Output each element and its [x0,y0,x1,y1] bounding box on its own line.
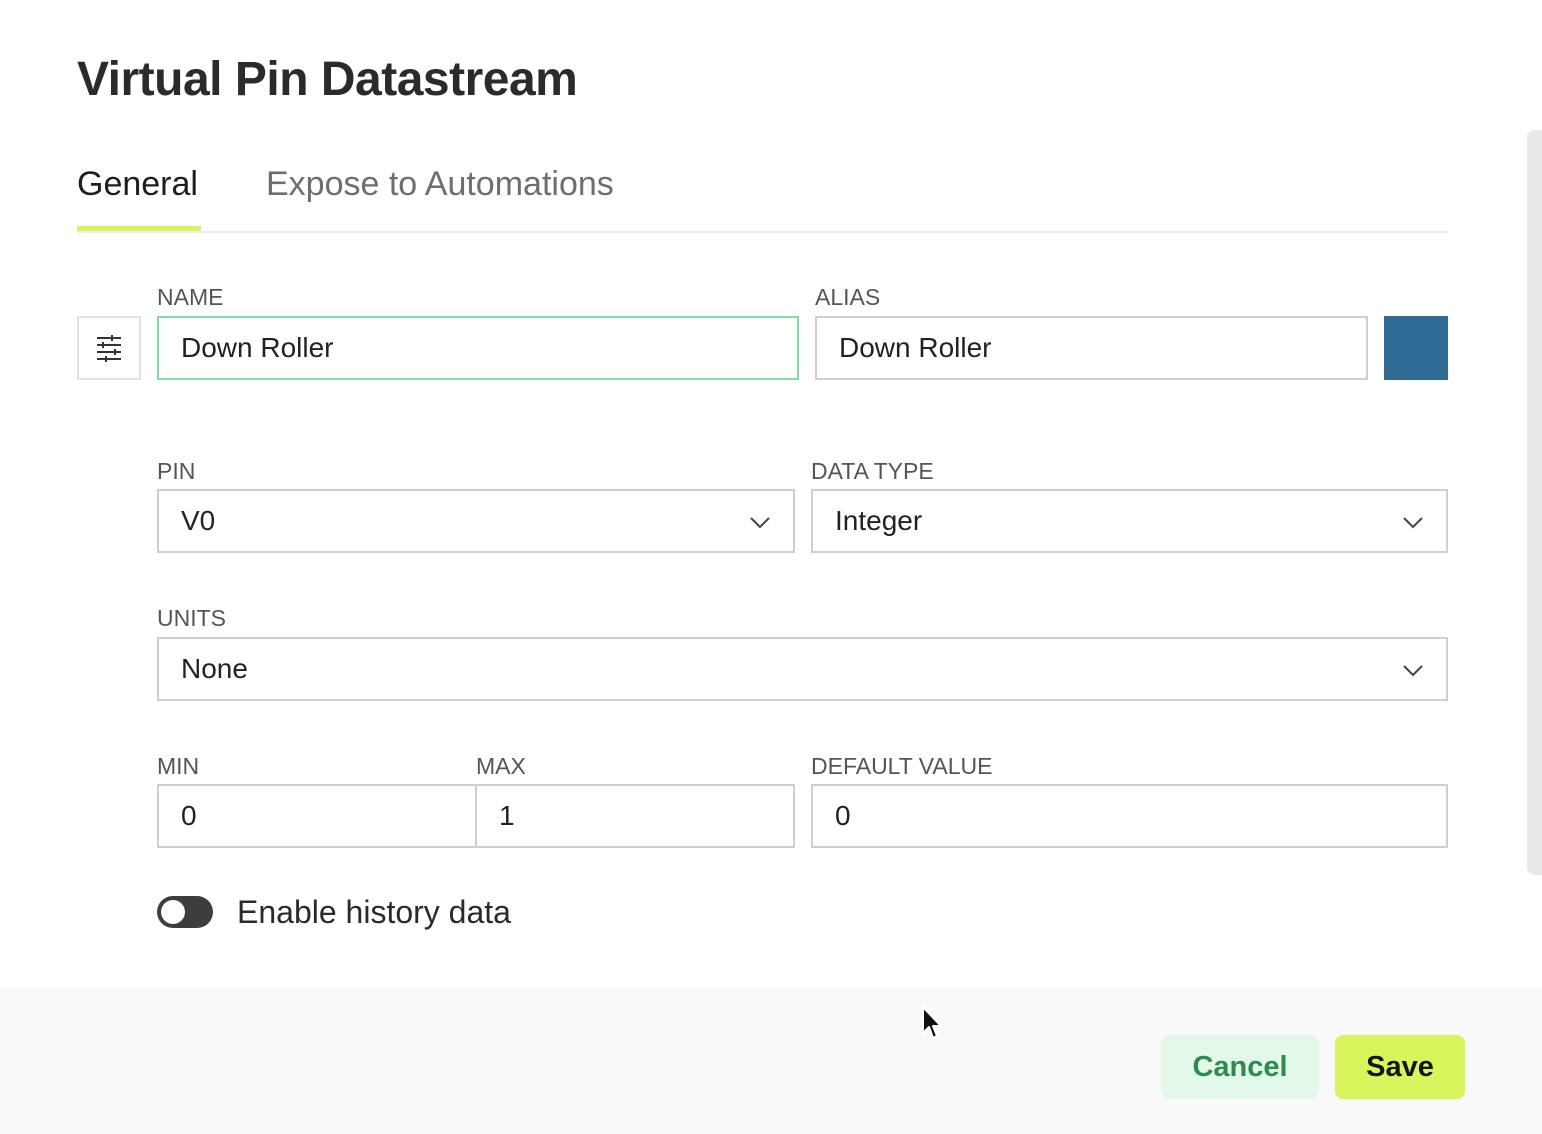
units-select-value: None [181,653,248,684]
datastream-settings-button[interactable] [77,316,141,380]
min-input[interactable]: 0 [157,784,477,848]
active-tab-indicator [77,226,201,231]
chevron-down-icon [750,517,770,529]
name-input[interactable]: Down Roller [157,316,799,380]
max-label: MAX [476,753,526,779]
data-type-select[interactable]: Integer [811,489,1448,553]
dialog-title: Virtual Pin Datastream [77,53,578,106]
units-select[interactable]: None [157,637,1448,701]
pin-label: PIN [157,458,196,484]
default-value-label: DEFAULT VALUE [811,753,993,779]
units-label: UNITS [157,605,226,631]
max-input[interactable]: 1 [475,784,795,848]
default-value-input[interactable]: 0 [811,784,1448,848]
pin-select[interactable]: V0 [157,489,795,553]
history-data-toggle[interactable] [157,896,213,928]
min-label: MIN [157,753,200,779]
scrollbar[interactable] [1527,130,1542,875]
tab-expose-to-automations[interactable]: Expose to Automations [266,160,614,208]
alias-label: ALIAS [815,284,881,310]
name-label: NAME [157,284,224,310]
sliders-icon [97,335,121,362]
save-button[interactable]: Save [1335,1035,1465,1099]
data-type-label: DATA TYPE [811,458,934,484]
mouse-pointer-icon [922,1006,942,1039]
tab-bar: General Expose to Automations [77,160,1448,233]
alias-input[interactable]: Down Roller [815,316,1368,380]
history-data-label: Enable history data [237,894,511,930]
toggle-knob [161,900,185,924]
tab-general[interactable]: General [77,160,198,208]
color-picker-swatch[interactable] [1384,316,1448,380]
chevron-down-icon [1403,665,1423,677]
cancel-button[interactable]: Cancel [1161,1035,1319,1099]
pin-select-value: V0 [181,505,216,536]
data-type-select-value: Integer [835,505,923,536]
chevron-down-icon [1403,517,1423,529]
